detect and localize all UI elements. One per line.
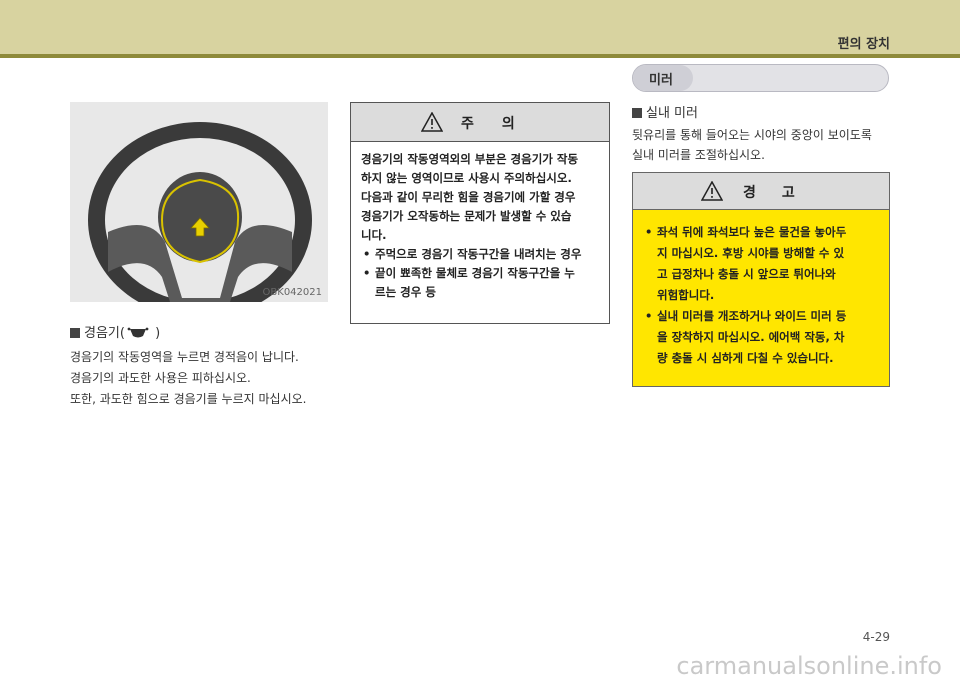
caution-line: 경음기가 오작동하는 문제가 발생할 수 있습 — [361, 209, 572, 223]
warning-bullet: 실내 미러를 개조하거나 와이드 미러 등 을 장착하지 마십시오. 에어백 작… — [643, 306, 879, 369]
warning-triangle-icon — [701, 181, 723, 201]
header-rule — [0, 54, 960, 58]
caution-box: 주의 경음기의 작동영역외의 부분은 경음기가 작동 하지 않는 영역이므로 사… — [350, 102, 610, 324]
mirror-section-label: 미러 — [649, 73, 673, 88]
steering-wheel-figure: OBK042021 — [70, 102, 328, 302]
mirror-text-line-1: 뒷유리를 통해 들어오는 시야의 중앙이 보이도록 — [632, 128, 872, 142]
caution-title: 주의 — [461, 116, 543, 132]
figure-code: OBK042021 — [262, 287, 322, 298]
horn-text-line-2: 경음기의 과도한 사용은 피하십시오. — [70, 371, 251, 385]
mirror-text-line-2: 실내 미러를 조절하십시오. — [632, 148, 765, 162]
horn-text-line-3: 또한, 과도한 힘으로 경음기를 누르지 마십시오. — [70, 392, 307, 406]
square-bullet-icon — [70, 328, 80, 338]
square-bullet-icon — [632, 108, 642, 118]
warning-box: 경고 좌석 뒤에 좌석보다 높은 물건을 놓아두 지 마십시오. 후방 시야를 … — [632, 172, 890, 387]
caution-bullet: 끝이 뾰족한 물체로 경음기 작동구간을 누 르는 경우 등 — [361, 264, 599, 302]
warning-bullet: 좌석 뒤에 좌석보다 높은 물건을 놓아두 지 마십시오. 후방 시야를 방해할… — [643, 222, 879, 306]
warning-triangle-icon — [421, 112, 443, 132]
caution-bullet: 주먹으로 경음기 작동구간을 내려치는 경우 — [361, 245, 599, 264]
interior-mirror-heading: 실내 미러 — [632, 102, 698, 121]
horn-text-line-1: 경음기의 작동영역을 누르면 경적음이 납니다. — [70, 350, 299, 364]
horn-icon — [127, 326, 149, 344]
caution-line: 경음기의 작동영역외의 부분은 경음기가 작동 — [361, 152, 579, 166]
horn-heading: 경음기( ) — [70, 322, 160, 344]
steering-wheel-illustration — [70, 102, 328, 302]
caution-line: 다음과 같이 무리한 힘을 경음기에 가할 경우 — [361, 190, 576, 204]
warning-title: 경고 — [743, 185, 821, 201]
mirror-section-tab: 미러 — [632, 64, 889, 92]
section-title: 편의 장치 — [837, 37, 890, 52]
caution-line: 하지 않는 영역이므로 사용시 주의하십시오. — [361, 171, 572, 185]
watermark: carmanualsonline.info — [676, 652, 942, 680]
page-number: 4-29 — [862, 630, 890, 644]
caution-body: 경음기의 작동영역외의 부분은 경음기가 작동 하지 않는 영역이므로 사용시 … — [351, 142, 609, 302]
caution-line: 니다. — [361, 228, 387, 242]
warning-header: 경고 — [633, 173, 889, 210]
caution-header: 주의 — [351, 103, 609, 142]
warning-body: 좌석 뒤에 좌석보다 높은 물건을 놓아두 지 마십시오. 후방 시야를 방해할… — [633, 210, 889, 369]
header-band — [0, 0, 960, 54]
